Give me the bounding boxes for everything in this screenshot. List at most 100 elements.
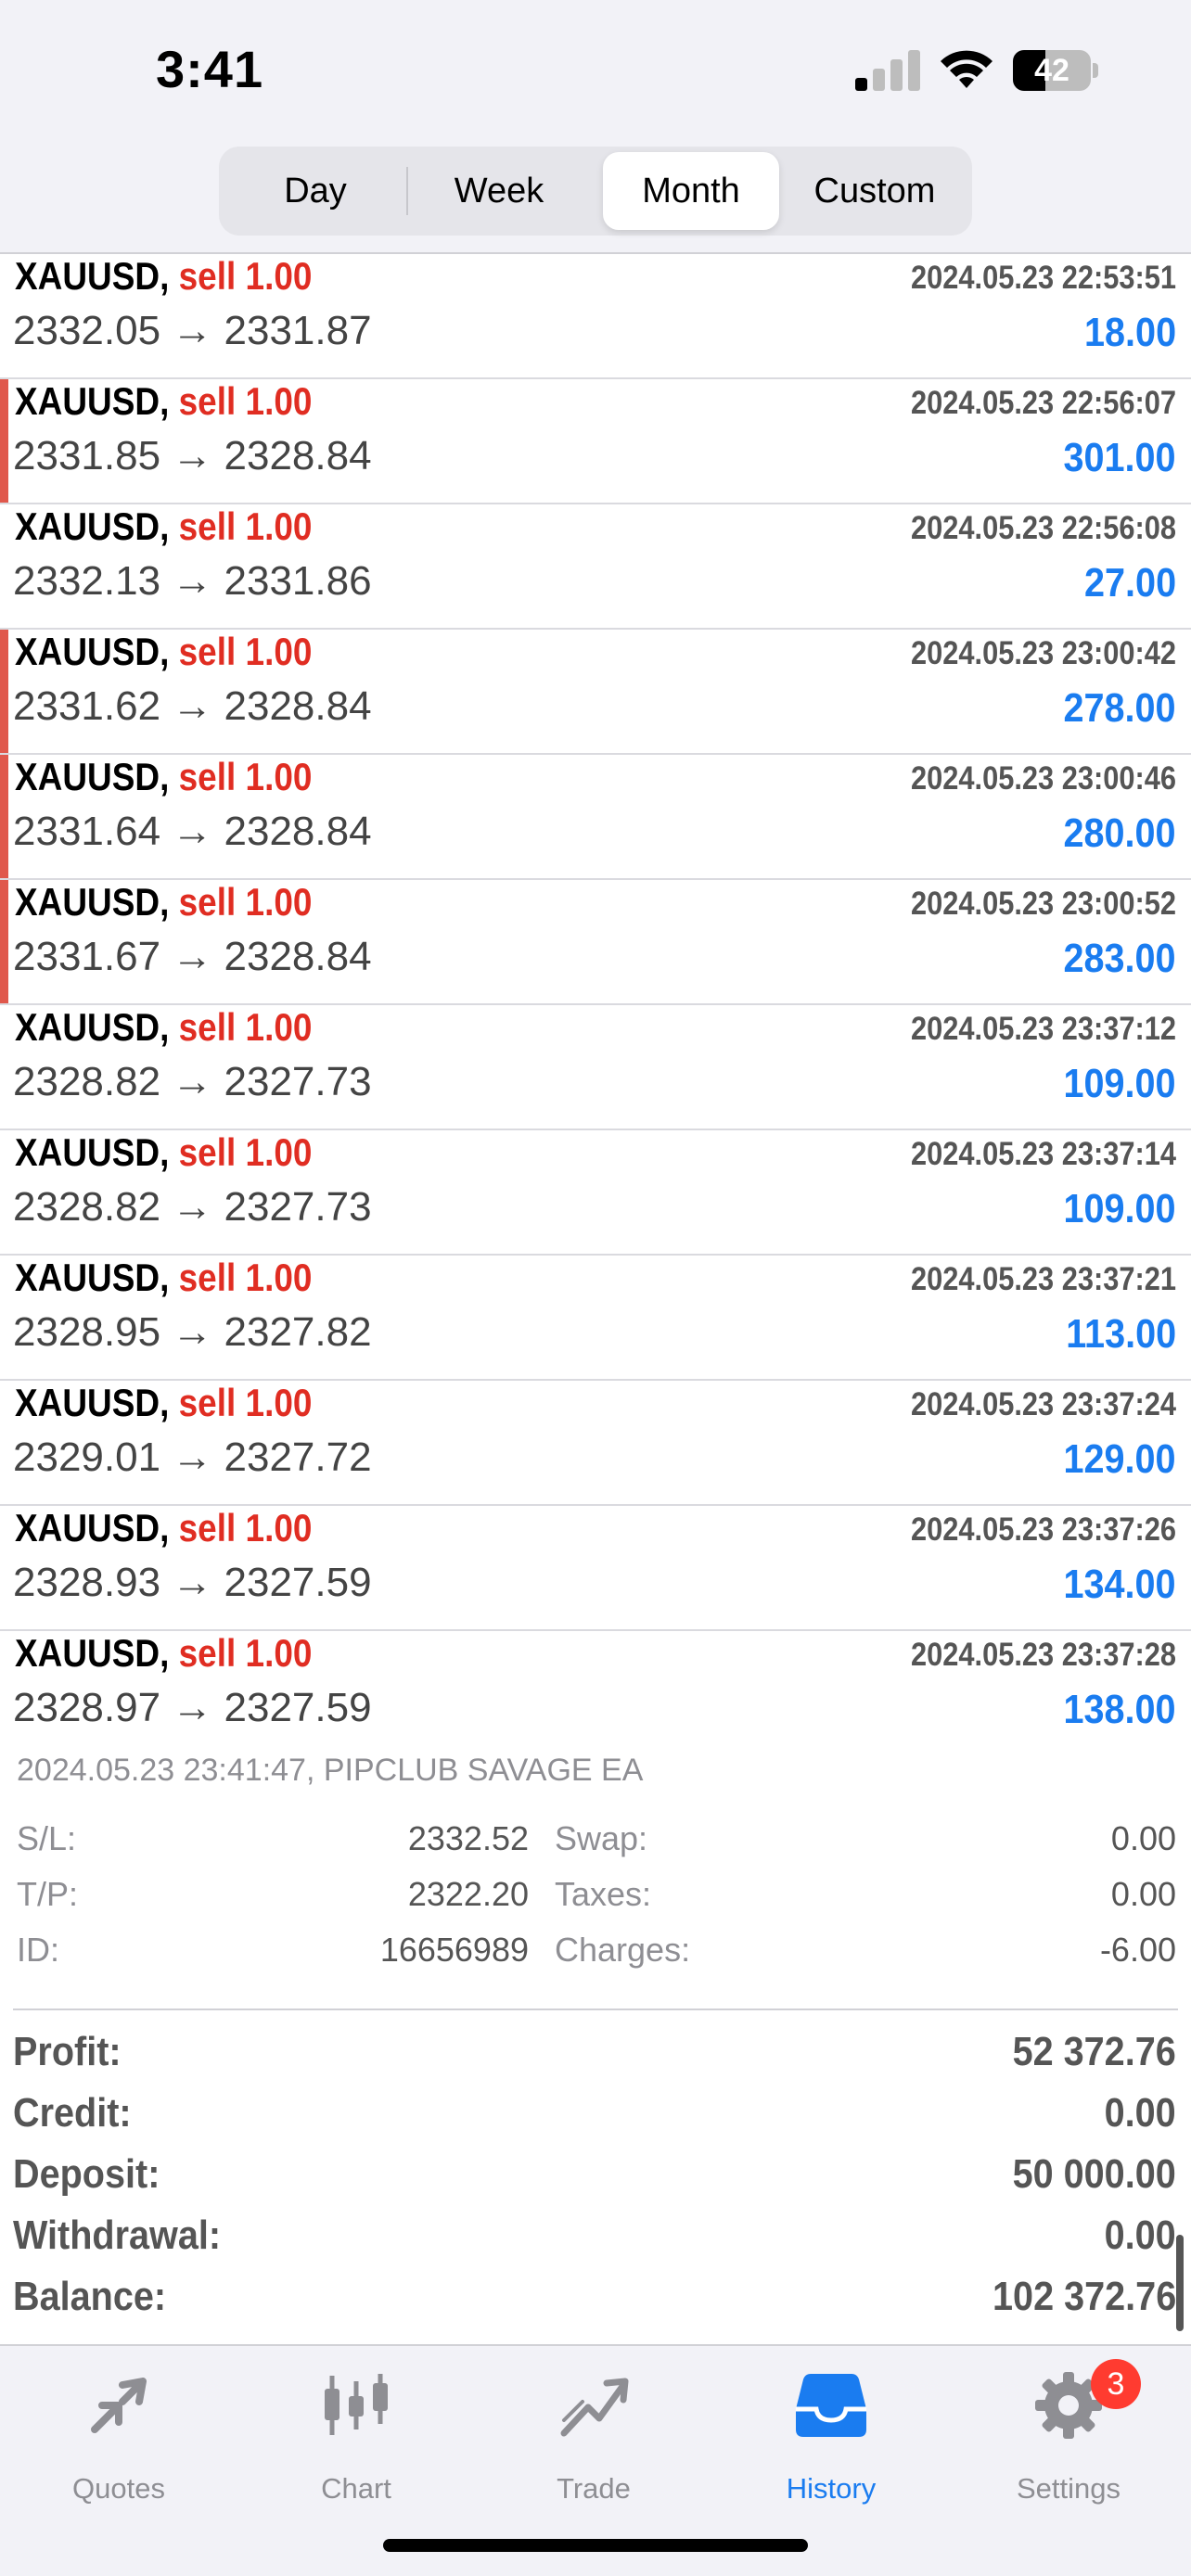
deal-symbol: XAUUSD, sell 1.00 — [15, 379, 312, 424]
credit-value: 0.00 — [1104, 2090, 1176, 2136]
deal-symbol-name: XAUUSD, — [15, 880, 170, 924]
tab-settings[interactable]: 3 Settings — [976, 2359, 1161, 2507]
deal-side: sell 1.00 — [178, 254, 313, 298]
tab-history-label: History — [786, 2472, 877, 2505]
period-day[interactable]: Day — [224, 152, 406, 230]
deal-symbol-name: XAUUSD, — [15, 1381, 170, 1424]
deal-symbol-name: XAUUSD, — [15, 1130, 170, 1174]
deal-row[interactable]: XAUUSD, sell 1.00 2024.05.23 22:56:07 2331… — [0, 379, 1191, 504]
deal-prices: 2328.82 → 2327.73 — [13, 1059, 372, 1104]
deal-prices: 2328.97 → 2327.59 — [13, 1685, 372, 1730]
selected-order-detail: 2024.05.23 23:41:47, PIPCLUB SAVAGE EA S… — [0, 1753, 1191, 2012]
tab-trade[interactable]: Trade — [501, 2359, 686, 2507]
deal-symbol: XAUUSD, sell 1.00 — [15, 1130, 312, 1175]
deal-row[interactable]: XAUUSD, sell 1.00 2024.05.23 23:37:28 2328… — [0, 1631, 1191, 1756]
history-inbox-icon — [796, 2374, 866, 2437]
total-balance: Balance: 102 372.76 — [0, 2274, 1191, 2335]
deal-prices: 2328.95 → 2327.82 — [13, 1309, 372, 1355]
detail-row-sl-swap: S/L: 2332.52 Swap: 0.00 — [17, 1819, 1176, 1866]
deal-row[interactable]: XAUUSD, sell 1.00 2024.05.23 22:56:08 2332… — [0, 504, 1191, 630]
deposit-value: 50 000.00 — [1012, 2151, 1176, 2197]
period-selector-bar: Day Week Month Custom — [0, 139, 1191, 254]
balance-label: Balance: — [13, 2274, 167, 2319]
period-week[interactable]: Week — [408, 152, 590, 230]
total-withdrawal: Withdrawal: 0.00 — [0, 2213, 1191, 2274]
deal-datetime: 2024.05.23 23:37:28 — [911, 1637, 1176, 1673]
total-deposit: Deposit: 50 000.00 — [0, 2151, 1191, 2213]
swap-value: 0.00 — [1110, 1819, 1176, 1857]
detail-row-tp-taxes: T/P: 2322.20 Taxes: 0.00 — [17, 1875, 1176, 1921]
deal-row[interactable]: XAUUSD, sell 1.00 2024.05.23 23:00:52 2331… — [0, 880, 1191, 1005]
deal-profit: 129.00 — [1063, 1436, 1176, 1482]
deal-row[interactable]: XAUUSD, sell 1.00 2024.05.23 23:37:12 2328… — [0, 1005, 1191, 1130]
deal-symbol-name: XAUUSD, — [15, 1005, 170, 1049]
quotes-arrows-icon — [91, 2378, 147, 2433]
trade-trend-icon — [560, 2378, 629, 2437]
deal-row[interactable]: XAUUSD, sell 1.00 2024.05.23 22:53:51 2332… — [0, 254, 1191, 379]
deal-datetime: 2024.05.23 23:37:21 — [911, 1261, 1176, 1297]
withdrawal-label: Withdrawal: — [13, 2213, 222, 2258]
order-info: 2024.05.23 23:41:47, PIPCLUB SAVAGE EA — [17, 1753, 644, 1788]
deal-symbol-name: XAUUSD, — [15, 1256, 170, 1299]
deal-side: sell 1.00 — [178, 504, 313, 548]
period-segmented-control: Day Week Month Custom — [219, 147, 972, 236]
tab-trade-label: Trade — [557, 2472, 631, 2505]
wifi-icon — [937, 46, 996, 91]
deal-side: sell 1.00 — [178, 755, 313, 798]
deal-profit: 109.00 — [1063, 1186, 1176, 1231]
battery-percent: 42 — [1034, 53, 1069, 88]
tab-quotes-label: Quotes — [72, 2472, 165, 2505]
deal-prices: 2329.01 → 2327.72 — [13, 1435, 372, 1480]
deal-symbol-name: XAUUSD, — [15, 1631, 170, 1675]
deal-symbol: XAUUSD, sell 1.00 — [15, 504, 312, 549]
deal-symbol: XAUUSD, sell 1.00 — [15, 1631, 312, 1676]
deal-profit: 278.00 — [1063, 685, 1176, 731]
charges-value: -6.00 — [1099, 1931, 1176, 1969]
withdrawal-value: 0.00 — [1104, 2213, 1176, 2258]
tab-settings-label: Settings — [1016, 2472, 1121, 2505]
deal-symbol: XAUUSD, sell 1.00 — [15, 254, 312, 299]
battery-icon: 42 — [1013, 50, 1098, 91]
deal-prices: 2331.64 → 2328.84 — [13, 809, 372, 854]
deal-row[interactable]: XAUUSD, sell 1.00 2024.05.23 23:37:21 2328… — [0, 1256, 1191, 1381]
deal-row[interactable]: XAUUSD, sell 1.00 2024.05.23 23:37:26 2328… — [0, 1506, 1191, 1631]
deal-profit: 280.00 — [1063, 810, 1176, 856]
deal-row[interactable]: XAUUSD, sell 1.00 2024.05.23 23:37:24 2329… — [0, 1381, 1191, 1506]
deal-symbol: XAUUSD, sell 1.00 — [15, 1381, 312, 1425]
deal-datetime: 2024.05.23 22:53:51 — [911, 260, 1176, 296]
tab-quotes[interactable]: Quotes — [26, 2359, 211, 2507]
balance-value: 102 372.76 — [992, 2274, 1176, 2319]
deal-row[interactable]: XAUUSD, sell 1.00 2024.05.23 23:37:14 2328… — [0, 1130, 1191, 1256]
deal-datetime: 2024.05.23 23:00:42 — [911, 635, 1176, 671]
deal-prices: 2332.13 → 2331.86 — [13, 558, 372, 604]
deal-side: sell 1.00 — [178, 1256, 313, 1299]
deal-side: sell 1.00 — [178, 630, 313, 673]
scroll-indicator[interactable] — [1176, 2235, 1184, 2331]
profit-label: Profit: — [13, 2029, 122, 2074]
deal-side: sell 1.00 — [178, 1631, 313, 1675]
cellular-signal-icon — [855, 50, 920, 91]
tab-chart[interactable]: Chart — [263, 2359, 449, 2507]
deal-symbol-name: XAUUSD, — [15, 755, 170, 798]
deal-profit: 27.00 — [1083, 560, 1176, 606]
period-month[interactable]: Month — [603, 152, 779, 230]
deal-profit: 18.00 — [1083, 310, 1176, 355]
deposit-label: Deposit: — [13, 2151, 160, 2197]
divider — [13, 2009, 1178, 2010]
deal-row[interactable]: XAUUSD, sell 1.00 2024.05.23 23:00:46 2331… — [0, 755, 1191, 880]
period-custom[interactable]: Custom — [783, 152, 967, 230]
deal-datetime: 2024.05.23 23:37:12 — [911, 1011, 1176, 1047]
credit-label: Credit: — [13, 2090, 132, 2136]
taxes-label: Taxes: — [555, 1875, 652, 1913]
deal-symbol: XAUUSD, sell 1.00 — [15, 1506, 312, 1550]
tab-history[interactable]: History — [738, 2359, 924, 2507]
deal-side: sell 1.00 — [178, 1130, 313, 1174]
deal-side: sell 1.00 — [178, 880, 313, 924]
deal-symbol: XAUUSD, sell 1.00 — [15, 1256, 312, 1300]
deal-row[interactable]: XAUUSD, sell 1.00 2024.05.23 23:00:42 2331… — [0, 630, 1191, 755]
account-totals: Profit: 52 372.76 Credit: 0.00 Deposit: … — [0, 2029, 1191, 2335]
deal-symbol: XAUUSD, sell 1.00 — [15, 755, 312, 799]
deal-profit: 138.00 — [1063, 1687, 1176, 1732]
deal-symbol: XAUUSD, sell 1.00 — [15, 630, 312, 674]
deal-profit: 301.00 — [1063, 435, 1176, 480]
